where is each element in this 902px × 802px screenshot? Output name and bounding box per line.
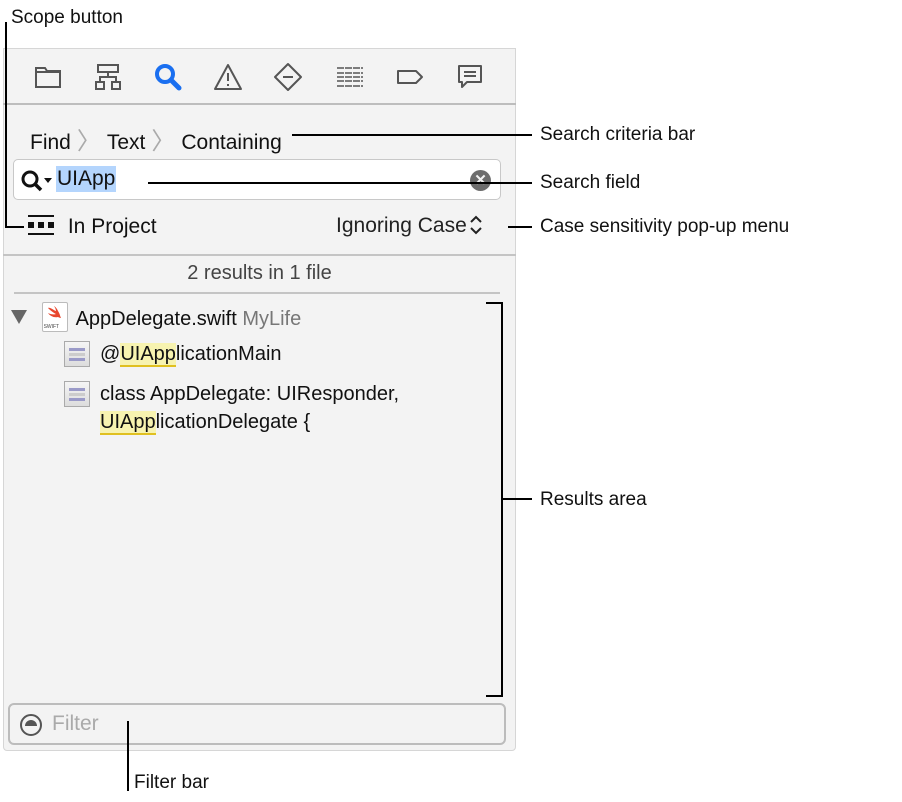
criteria-find[interactable]: Find (30, 131, 71, 154)
scope-button[interactable]: In Project (28, 214, 157, 239)
callout-line (502, 498, 532, 500)
match-row[interactable]: @UIApplicationMain (100, 340, 282, 368)
search-icon[interactable] (153, 62, 183, 92)
case-sensitivity-popup[interactable]: Ignoring Case (336, 214, 483, 238)
disclosure-triangle-icon[interactable] (10, 309, 30, 325)
chevron-right-icon: 〉 (151, 128, 176, 155)
test-diamond-icon[interactable] (273, 62, 303, 92)
callout-line (5, 226, 24, 228)
filter-bar[interactable]: Filter (8, 703, 506, 745)
results-bracket (486, 695, 502, 697)
callout-case: Case sensitivity pop-up menu (540, 216, 790, 237)
result-file-row[interactable]: SWIFT AppDelegate.swift MyLife (10, 302, 301, 332)
criteria-text[interactable]: Text (107, 131, 146, 154)
divider (14, 292, 500, 294)
scope-label: In Project (67, 215, 157, 238)
report-bubble-icon[interactable] (455, 62, 485, 92)
hierarchy-icon[interactable] (93, 62, 123, 92)
project-name: MyLife (242, 308, 302, 330)
callout-line (292, 134, 532, 136)
breakpoint-tag-icon[interactable] (395, 62, 425, 92)
callout-results: Results area (540, 489, 647, 510)
callout-line (148, 182, 532, 184)
filter-icon (20, 714, 42, 736)
callout-line (5, 22, 7, 228)
file-name: AppDelegate.swift (75, 308, 237, 330)
match-row[interactable]: class AppDelegate: UIResponder, UIApplica… (100, 380, 399, 436)
up-down-chevron-icon (470, 215, 482, 235)
callout-criteria: Search criteria bar (540, 124, 696, 145)
swift-file-icon: SWIFT (41, 302, 68, 332)
callout-line (508, 226, 532, 228)
chevron-right-icon: 〉 (76, 128, 101, 155)
search-criteria-bar: Find 〉 Text 〉 Containing (30, 121, 282, 156)
divider (3, 254, 516, 256)
callout-scope: Scope button (11, 7, 123, 28)
case-label: Ignoring Case (336, 214, 467, 237)
scope-icon (28, 215, 54, 235)
callout-line (127, 721, 129, 791)
search-value[interactable]: UIApp (56, 166, 117, 192)
navigator-toolbar (3, 48, 516, 105)
callout-field: Search field (540, 172, 641, 193)
results-summary: 2 results in 1 file (187, 262, 332, 284)
source-line-icon (64, 381, 90, 407)
results-bracket (486, 302, 502, 304)
folder-icon[interactable] (33, 62, 63, 92)
search-field[interactable]: UIApp ✕ (13, 159, 501, 200)
match-highlight: UIApp (100, 411, 156, 435)
clear-icon[interactable]: ✕ (470, 170, 491, 191)
filter-placeholder: Filter (52, 712, 99, 735)
debug-list-icon[interactable] (335, 62, 365, 92)
swift-badge: SWIFT (43, 324, 60, 330)
callout-filter: Filter bar (134, 772, 209, 793)
criteria-containing[interactable]: Containing (181, 131, 281, 154)
source-line-icon (64, 341, 90, 367)
search-options-icon[interactable] (20, 169, 54, 193)
match-highlight: UIApp (120, 343, 176, 367)
warning-icon[interactable] (213, 62, 243, 92)
